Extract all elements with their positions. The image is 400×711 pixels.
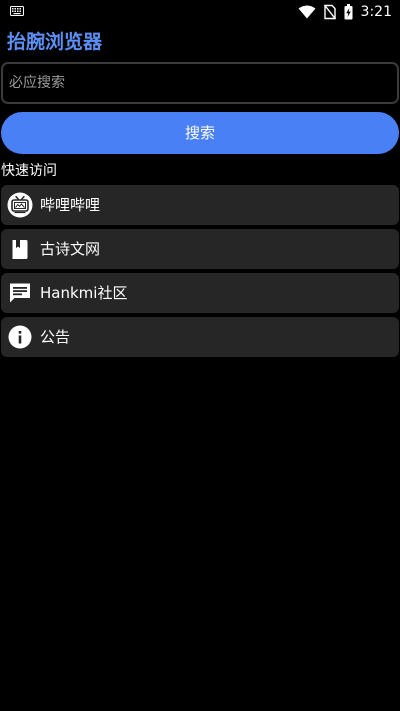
keyboard-icon: [10, 6, 24, 16]
chat-message-icon: [7, 280, 33, 306]
status-time: 3:21: [360, 4, 392, 20]
info-icon: [7, 324, 33, 350]
quick-access-list: 哔哩哔哩 古诗文网 Hankmi社区 公告: [1, 185, 399, 361]
book-icon: [7, 236, 33, 262]
status-bar: 3:21: [0, 0, 400, 24]
wifi-icon: [298, 5, 316, 19]
search-input[interactable]: [1, 62, 399, 104]
quick-item-hankmi[interactable]: Hankmi社区: [1, 273, 399, 313]
quick-item-label: Hankmi社区: [40, 284, 128, 302]
app-screen: 3:21 抬腕浏览器 搜索 快速访问 哔哩哔哩: [0, 0, 400, 711]
no-sim-icon: [323, 4, 336, 20]
quick-item-label: 哔哩哔哩: [40, 196, 101, 214]
battery-charging-icon: [344, 4, 353, 20]
bilibili-tv-icon: [7, 192, 33, 218]
quick-item-label: 古诗文网: [40, 240, 101, 258]
quick-access-label: 快速访问: [1, 163, 57, 179]
quick-item-notice[interactable]: 公告: [1, 317, 399, 357]
quick-item-bilibili[interactable]: 哔哩哔哩: [1, 185, 399, 225]
quick-item-label: 公告: [40, 328, 71, 346]
search-button[interactable]: 搜索: [1, 112, 399, 154]
status-icons: 3:21: [298, 3, 392, 21]
app-title: 抬腕浏览器: [7, 31, 103, 53]
quick-item-gushiwen[interactable]: 古诗文网: [1, 229, 399, 269]
